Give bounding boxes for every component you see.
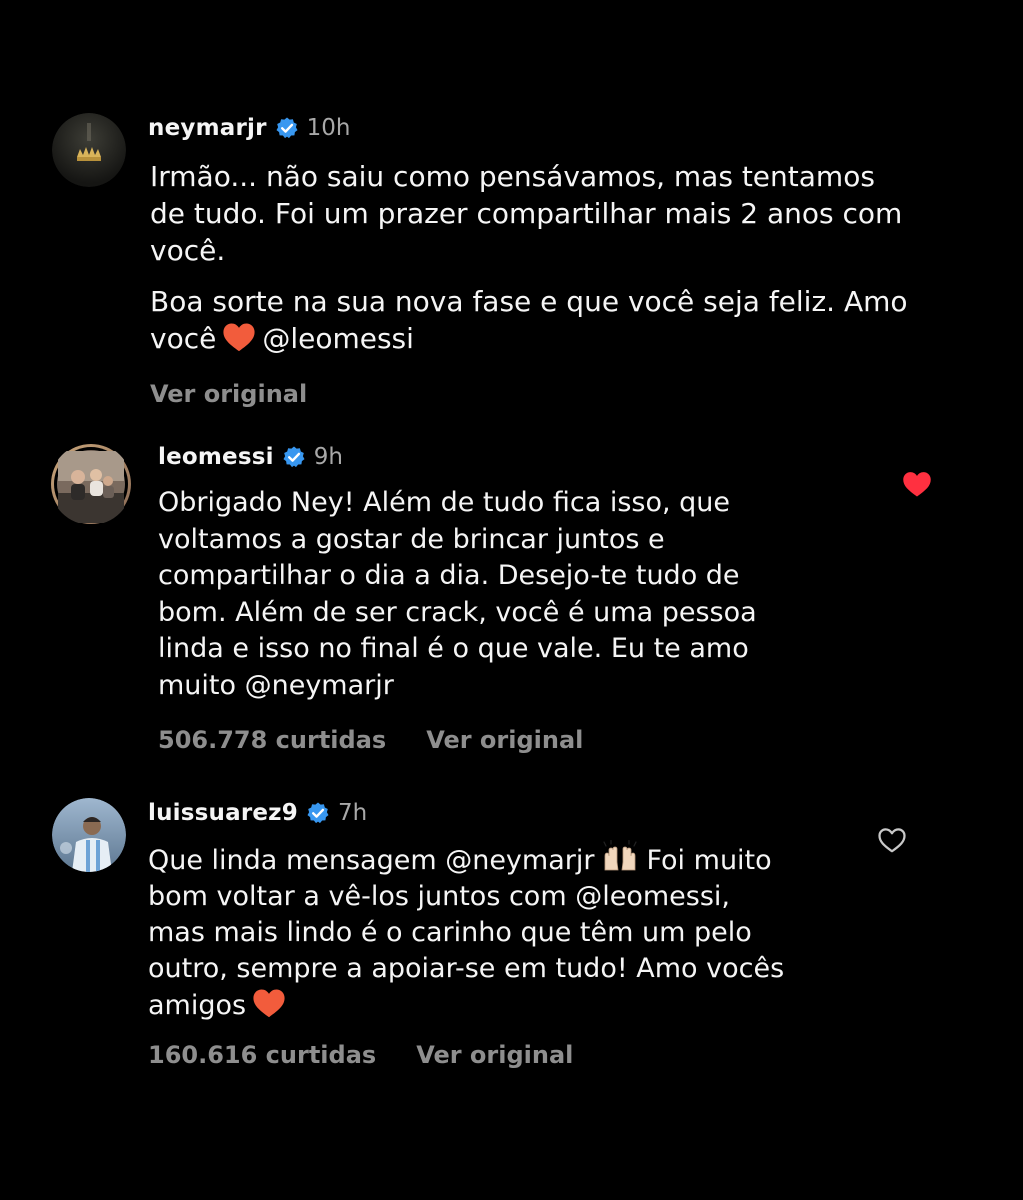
comment-line: bom. Além de ser crack, você é uma pesso… xyxy=(158,596,757,628)
comment-text: Obrigado Ney! Além de tudo fica isso, qu… xyxy=(158,485,757,704)
verified-badge-icon xyxy=(282,445,306,469)
avatar-leomessi[interactable] xyxy=(50,443,132,525)
verified-badge-icon xyxy=(275,116,299,140)
timestamp: 7h xyxy=(337,800,368,826)
comment-line: você @leomessi xyxy=(150,320,908,357)
username[interactable]: luissuarez9 xyxy=(148,800,298,826)
comment-line: Que linda mensagem @neymarjr Foi muito xyxy=(148,840,784,879)
comment-line: muito @neymarjr xyxy=(158,669,394,701)
raising-hands-emoji-icon xyxy=(600,840,640,874)
comment-line: outro, sempre a apoiar-se em tudo! Amo v… xyxy=(148,953,785,984)
comment-header: luissuarez9 7h xyxy=(148,800,367,826)
comment-actions: 160.616 curtidas Ver original xyxy=(148,1041,573,1069)
comment-text: Boa sorte na sua nova fase e que você se… xyxy=(150,283,908,357)
red-heart-emoji-icon xyxy=(252,987,286,1019)
comment-line: voltamos a gostar de brincar juntos e xyxy=(158,523,665,555)
like-button-liked-heart-icon[interactable] xyxy=(902,470,932,498)
verified-badge-icon xyxy=(306,801,330,825)
username[interactable]: neymarjr xyxy=(148,115,267,141)
comment-line: bom voltar a vê-los juntos com @leomessi… xyxy=(148,881,730,912)
comment-text: Irmão... não saiu como pensávamos, mas t… xyxy=(150,158,902,269)
comment-line: Irmão... não saiu como pensávamos, mas t… xyxy=(150,160,875,193)
comment-line: você. xyxy=(150,234,226,267)
see-original-button[interactable]: Ver original xyxy=(416,1041,573,1069)
like-button-heart-outline-icon[interactable] xyxy=(877,826,907,854)
see-original-button[interactable]: Ver original xyxy=(426,726,583,754)
comment-header: leomessi 9h xyxy=(158,444,343,470)
timestamp: 9h xyxy=(313,444,343,470)
mention-leomessi[interactable]: @leomessi xyxy=(262,322,414,355)
comment-actions: Ver original xyxy=(150,380,307,408)
comment-line-end: Foi muito xyxy=(646,845,772,876)
red-heart-emoji-icon xyxy=(222,321,256,353)
see-original-button[interactable]: Ver original xyxy=(150,380,307,408)
comment-line: Boa sorte na sua nova fase e que você se… xyxy=(150,285,908,318)
comment-line: compartilhar o dia a dia. Desejo-te tudo… xyxy=(158,560,740,591)
comment-line: Obrigado Ney! Além de tudo fica isso, qu… xyxy=(158,487,731,518)
comment-word: você xyxy=(150,322,217,355)
comment-line: mas mais lindo é o carinho que têm um pe… xyxy=(148,917,752,948)
comment-line: de tudo. Foi um prazer compartilhar mais… xyxy=(150,197,903,230)
comment-actions: 506.778 curtidas Ver original xyxy=(158,726,583,754)
avatar-neymarjr[interactable] xyxy=(52,113,126,187)
comment-line: linda e isso no final é o que vale. Eu t… xyxy=(158,633,749,664)
likes-count[interactable]: 506.778 curtidas xyxy=(158,726,386,754)
comment-line-start: Que linda mensagem @neymarjr xyxy=(148,845,595,876)
comment-line: amigos xyxy=(148,987,784,1024)
username[interactable]: leomessi xyxy=(158,444,274,470)
timestamp: 10h xyxy=(306,115,351,141)
comment-text: Que linda mensagem @neymarjr Foi muito b… xyxy=(148,840,784,1024)
comment-word: amigos xyxy=(148,990,247,1021)
comment-header: neymarjr 10h xyxy=(148,115,350,141)
avatar-luissuarez9[interactable] xyxy=(52,798,126,872)
likes-count[interactable]: 160.616 curtidas xyxy=(148,1041,376,1069)
